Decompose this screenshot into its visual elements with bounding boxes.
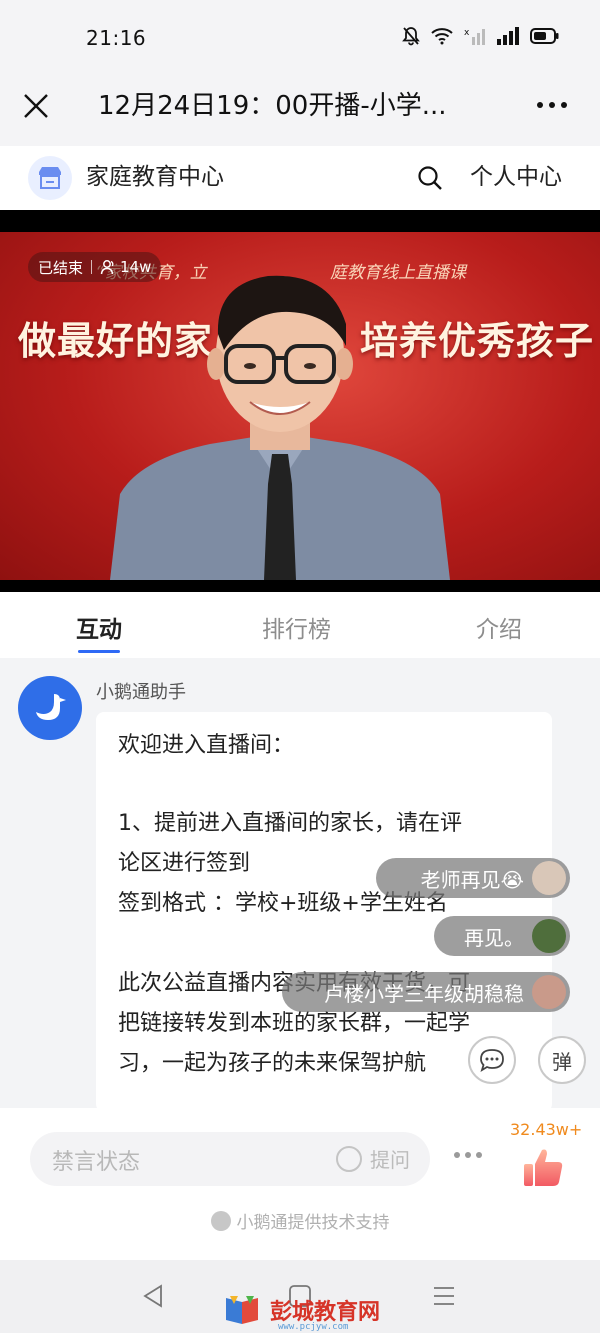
watermark-url: www.pcjyw.com xyxy=(278,1322,349,1332)
personal-center-link[interactable]: 个人中心 xyxy=(470,162,562,192)
mute-bell-icon xyxy=(402,27,420,46)
tab-interaction[interactable]: 互动 xyxy=(76,610,122,644)
danmaku-avatar xyxy=(532,919,566,953)
sender-name: 小鹅通助手 xyxy=(96,682,186,703)
like-count: 32.43w+ xyxy=(510,1120,583,1139)
more-dot-icon xyxy=(537,102,543,108)
more-options-button[interactable] xyxy=(454,1152,482,1158)
status-bar: 21:16 x xyxy=(0,0,600,76)
search-icon xyxy=(418,166,442,190)
danmaku-item: 老师再见😭 xyxy=(376,858,570,898)
comment-input[interactable]: 禁言状态 提问 xyxy=(30,1132,430,1186)
more-dot-icon xyxy=(465,1152,471,1158)
search-button[interactable] xyxy=(416,164,444,192)
signal-x-icon: x xyxy=(464,28,485,45)
viewers-icon xyxy=(100,260,114,275)
chat-area[interactable]: 小鹅通助手 欢迎进入直播间： 1、提前进入直播间的家长，请在评 论区进行签到 签… xyxy=(0,658,600,1108)
xiaoe-logo-icon xyxy=(210,1210,231,1231)
store-icon xyxy=(39,167,61,189)
message-line: 论区进行签到 xyxy=(118,851,251,876)
shop-name[interactable]: 家庭教育中心 xyxy=(86,162,224,192)
danmaku-text: 老师再见😭 xyxy=(420,867,524,892)
tab-intro[interactable]: 介绍 xyxy=(476,610,522,644)
barrage-toggle[interactable]: 弹 xyxy=(538,1036,586,1084)
viewer-count-text: 14w xyxy=(120,258,152,276)
shop-header: 家庭教育中心 个人中心 xyxy=(0,146,600,210)
goose-logo-icon xyxy=(36,694,66,720)
tab-active-indicator xyxy=(78,650,120,653)
menu-lines-icon[interactable] xyxy=(432,1286,456,1306)
danmaku-text: 卢楼小学三年级胡稳稳 xyxy=(324,981,524,1006)
input-placeholder: 禁言状态 xyxy=(52,1150,141,1175)
radio-circle-icon xyxy=(336,1145,362,1172)
viewer-count: 14w xyxy=(100,258,151,276)
assistant-avatar xyxy=(18,676,82,740)
live-status-text: 已结束 xyxy=(38,258,84,277)
danmaku-item: 再见。 xyxy=(434,916,570,956)
system-nav-bar: 彭城教育网 www.pcjyw.com xyxy=(0,1260,600,1333)
danmaku-avatar xyxy=(532,861,566,895)
video-frame: “家校共育，立 庭教育线上直播课 做最好的家 培养优秀孩子 xyxy=(0,232,600,580)
wifi-icon xyxy=(431,28,453,45)
more-dot-icon xyxy=(476,1152,482,1158)
status-icons: x xyxy=(402,26,560,46)
message-line: 1、提前进入直播间的家长，请在评 xyxy=(118,811,462,836)
ask-question-toggle[interactable]: 提问 xyxy=(336,1144,410,1173)
more-dot-icon xyxy=(454,1152,460,1158)
danmaku-item: 卢楼小学三年级胡稳稳 xyxy=(282,972,570,1012)
tab-ranking[interactable]: 排行榜 xyxy=(262,610,331,644)
message-line: 欢迎进入直播间： xyxy=(118,733,295,758)
message-line: 习，一起为孩子的未来保驾护航 xyxy=(118,1051,427,1076)
danmaku-avatar xyxy=(532,975,566,1009)
danmaku-text: 再见。 xyxy=(464,925,524,950)
presenter-image xyxy=(110,275,450,580)
shop-logo[interactable] xyxy=(28,156,72,200)
tech-support-text: 小鹅通提供技术支持 xyxy=(236,1213,390,1233)
close-button[interactable] xyxy=(18,88,54,124)
more-dot-icon xyxy=(549,102,555,108)
more-dot-icon xyxy=(561,102,567,108)
ask-label: 提问 xyxy=(370,1148,410,1172)
status-time: 21:16 xyxy=(86,26,147,50)
signal-icon xyxy=(497,27,519,45)
page-title: 12月24日19：00开播-小学... xyxy=(98,91,447,121)
message-line: 把链接转发到本班的家长群，一起学 xyxy=(118,1011,471,1036)
book-logo-icon xyxy=(226,1296,258,1324)
svg-text:x: x xyxy=(464,28,470,38)
comment-icon xyxy=(480,1049,504,1072)
bottom-bar: 禁言状态 提问 32.43w+ 小鹅通提供技术支持 xyxy=(0,1108,600,1260)
title-bar: 12月24日19：00开播-小学... xyxy=(0,76,600,146)
thumbs-up-icon xyxy=(524,1149,563,1186)
video-player[interactable]: “家校共育，立 庭教育线上直播课 做最好的家 培养优秀孩子 xyxy=(0,210,600,592)
close-icon xyxy=(24,94,48,118)
battery-icon xyxy=(530,28,559,44)
more-button[interactable] xyxy=(532,90,572,120)
comment-button[interactable] xyxy=(468,1036,516,1084)
tech-support-line: 小鹅通提供技术支持 xyxy=(0,1208,600,1233)
live-status-badge: 已结束 14w xyxy=(28,252,162,282)
back-triangle-icon[interactable] xyxy=(142,1284,164,1308)
badge-divider xyxy=(91,260,93,274)
tab-bar: 互动 排行榜 介绍 xyxy=(0,592,600,659)
like-button[interactable] xyxy=(520,1144,566,1190)
